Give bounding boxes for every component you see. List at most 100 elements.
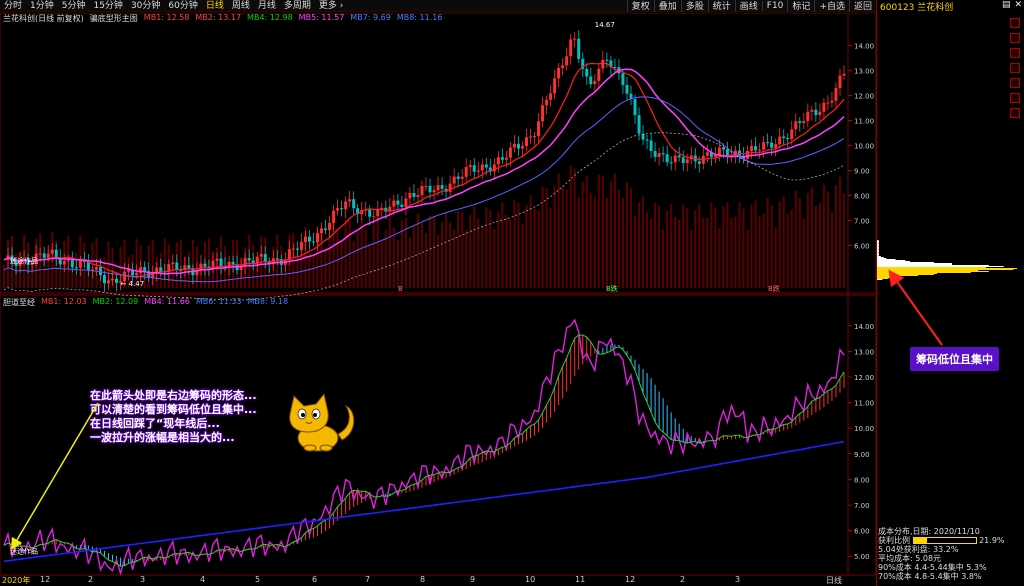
add-watchlist-button[interactable]: +自选 [814,0,849,12]
side-tool-icon[interactable] [1010,93,1020,103]
volume-bar [457,211,460,288]
mark-button[interactable]: 标记 [787,0,814,12]
volume-bar [818,203,821,288]
chip-bar [877,264,953,265]
chip-bar [877,273,937,274]
candle-body [669,162,673,164]
volume-bar [392,227,395,288]
chip-bar [877,247,879,248]
volume-bar [312,253,315,288]
tab-1min[interactable]: 1分钟 [26,0,58,12]
side-tool-icon[interactable] [1010,63,1020,73]
candle-body [533,135,537,137]
candle-body [557,67,561,79]
f10-button[interactable]: F10 [761,0,788,11]
volume-bar [593,196,596,288]
upper-y-tick: 10.00 [854,143,874,151]
overlay-button[interactable]: 叠加 [653,0,681,12]
tab-more[interactable]: 更多 › [315,0,347,12]
upper-chart-title: 兰花科创(日线 前复权) [3,14,84,23]
tab-5min[interactable]: 5分钟 [58,0,90,12]
lower-y-tick: 13.00 [854,348,874,356]
side-tool-icon[interactable] [1010,108,1020,118]
chip-bar [877,240,879,241]
candle-body [661,153,665,155]
candle-body [66,260,70,262]
multi-stock-button[interactable]: 多股 [680,0,708,12]
candle-body [175,262,179,270]
candle-body [524,137,528,147]
candle-body [605,59,609,61]
lower-left-text: 迷途作品 [10,547,38,556]
tab-fenshi[interactable]: 分时 [0,0,26,12]
lower-y-tick: 8.00 [854,476,870,484]
chip-bar [877,279,883,280]
tab-weekly[interactable]: 周线 [228,0,254,12]
candle-body [516,143,520,149]
chip-bar [877,256,881,257]
time-axis: 2020年 日线 12 2 3 4 5 6 7 8 9 10 11 12 2 3 [0,575,876,586]
candle-body [577,38,581,59]
lower-legend-mb4: MB4: 11.66 [144,297,190,306]
candle-body [681,157,685,164]
tab-monthly[interactable]: 月线 [254,0,280,12]
chip-distribution-panel: 600123 兰花科创 ▤ ✕ [876,0,1024,586]
tab-multi-period[interactable]: 多周期 [280,0,315,12]
candle-body [320,228,324,234]
signal-marker: B跌 [606,284,618,293]
candle-body [259,254,263,257]
candle-body [332,210,336,223]
volume-bar [388,217,391,288]
candle-body [814,109,818,116]
tab-60min[interactable]: 60分钟 [164,0,201,12]
low-price-label: ← 4.47 [121,280,145,288]
close-icon[interactable]: ✕ [1014,0,1022,10]
tab-15min[interactable]: 15分钟 [89,0,126,12]
volume-bar [617,189,620,288]
tab-daily[interactable]: 日线 [202,0,228,12]
volume-bar [368,244,371,288]
candle-body [428,185,432,193]
side-tool-icon[interactable] [1010,78,1020,88]
draw-line-button[interactable]: 画线 [734,0,762,12]
lower-y-tick: 5.00 [854,553,870,561]
volume-bar [774,227,777,288]
tab-30min[interactable]: 30分钟 [127,0,164,12]
restore-rights-button[interactable]: 复权 [626,0,654,12]
volume-bar [408,237,411,288]
side-tool-icon[interactable] [1010,48,1020,58]
candle-body [440,185,444,189]
candle-body [352,199,356,209]
stats-button[interactable]: 统计 [707,0,735,12]
side-tool-icon[interactable] [1010,33,1020,43]
candle-body [436,185,440,191]
cost-90: 90%成本 4.4-5.44集中 5.3% [878,563,987,572]
candle-body [54,249,58,258]
candle-body [143,267,147,272]
volume-bar [489,210,492,288]
volume-bar [340,242,343,288]
volume-bar [806,193,809,288]
candle-body [838,75,842,88]
menu-icon[interactable]: ▤ [1002,0,1011,10]
profit-value: 21.9% [979,536,1005,545]
lower-chart-title[interactable]: 胆道至经 [3,297,35,308]
candle-body [589,76,593,85]
candle-body [746,151,750,159]
chip-bar [877,257,884,258]
volume-bar [682,204,685,288]
candle-body [673,155,677,163]
month-tick: 11 [575,575,586,584]
volume-bar [420,222,423,288]
candle-body [750,146,754,152]
candle-body [677,155,681,158]
volume-bar [372,223,375,288]
volume-bar [746,229,749,288]
back-button[interactable]: 返回 [848,0,876,12]
upper-indicator-name[interactable]: 骗底型形主图 [90,13,138,24]
volume-bar [766,197,769,288]
side-tool-icon[interactable] [1010,18,1020,28]
chip-bar [877,259,896,260]
lower-legend: 胆道至经 MB1: 12.03 MB2: 12.09 MB4: 11.66 MB… [3,297,288,308]
volume-bar [658,205,661,288]
